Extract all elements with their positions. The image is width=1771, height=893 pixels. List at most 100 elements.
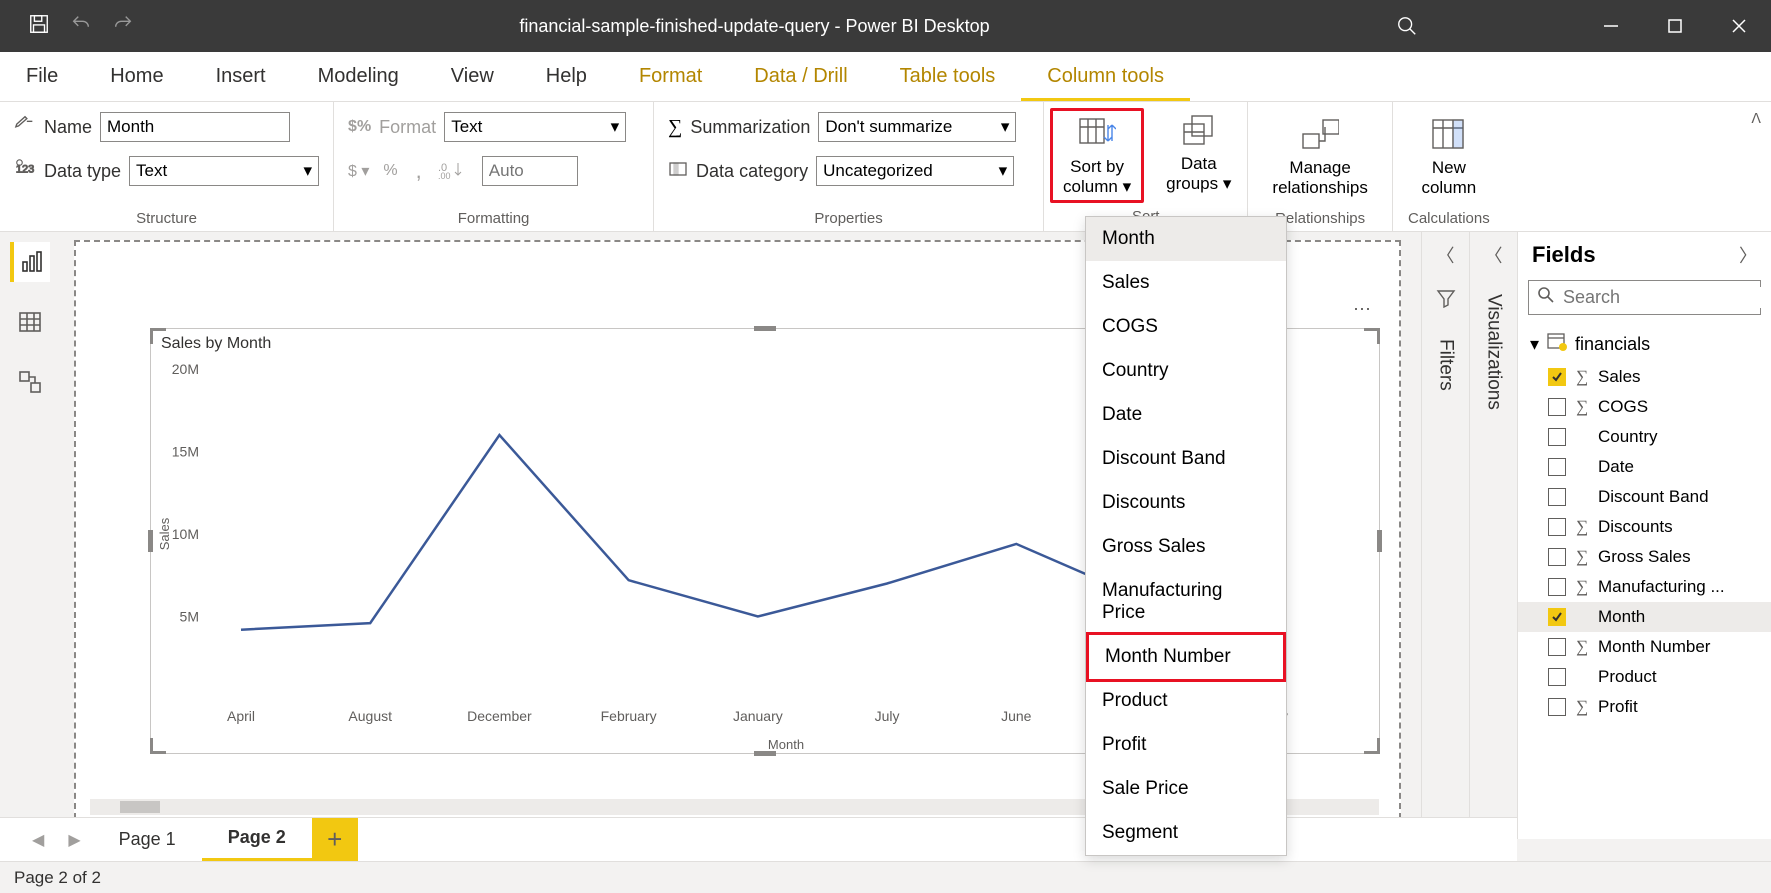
field-label: Discount Band bbox=[1598, 487, 1709, 507]
tab-data-drill[interactable]: Data / Drill bbox=[728, 53, 873, 101]
svg-text:.00: .00 bbox=[438, 171, 451, 179]
checkbox[interactable] bbox=[1548, 638, 1566, 656]
tab-column-tools[interactable]: Column tools bbox=[1021, 53, 1190, 101]
field-discount-band[interactable]: Discount Band bbox=[1518, 482, 1771, 512]
checkbox[interactable] bbox=[1548, 458, 1566, 476]
field-product[interactable]: Product bbox=[1518, 662, 1771, 692]
checkbox[interactable] bbox=[1548, 578, 1566, 596]
sigma-icon: ∑ bbox=[1574, 367, 1590, 387]
report-view-button[interactable] bbox=[10, 242, 50, 282]
checkbox[interactable] bbox=[1548, 368, 1566, 386]
decimal-places-input[interactable] bbox=[482, 156, 578, 186]
checkbox[interactable] bbox=[1548, 428, 1566, 446]
dropdown-item-discounts[interactable]: Discounts bbox=[1086, 481, 1286, 525]
field-date[interactable]: Date bbox=[1518, 452, 1771, 482]
dropdown-item-manufacturing-price[interactable]: Manufacturing Price bbox=[1086, 569, 1286, 635]
dropdown-item-product[interactable]: Product bbox=[1086, 679, 1286, 723]
groups-icon bbox=[1180, 112, 1218, 150]
save-icon[interactable] bbox=[28, 13, 50, 40]
dropdown-item-cogs[interactable]: COGS bbox=[1086, 305, 1286, 349]
tab-insert[interactable]: Insert bbox=[190, 53, 292, 101]
minimize-icon[interactable] bbox=[1579, 0, 1643, 52]
undo-icon[interactable] bbox=[70, 13, 92, 40]
fields-search[interactable] bbox=[1528, 280, 1761, 315]
data-view-button[interactable] bbox=[10, 302, 50, 342]
svg-text:August: August bbox=[348, 708, 392, 724]
field-month[interactable]: Month bbox=[1518, 602, 1771, 632]
new-column-button[interactable]: Newcolumn bbox=[1407, 112, 1491, 201]
page-tab-1[interactable]: Page 1 bbox=[93, 819, 202, 860]
next-page-button[interactable]: ▶ bbox=[56, 830, 92, 850]
field-label: Sales bbox=[1598, 367, 1641, 387]
sort-icon bbox=[1078, 115, 1116, 153]
checkbox[interactable] bbox=[1548, 698, 1566, 716]
redo-icon[interactable] bbox=[112, 13, 134, 40]
maximize-icon[interactable] bbox=[1643, 0, 1707, 52]
close-icon[interactable] bbox=[1707, 0, 1771, 52]
svg-text:January: January bbox=[733, 708, 783, 724]
checkbox[interactable] bbox=[1548, 668, 1566, 686]
field-manufacturing-[interactable]: ∑Manufacturing ... bbox=[1518, 572, 1771, 602]
dropdown-item-sale-price[interactable]: Sale Price bbox=[1086, 767, 1286, 811]
field-sales[interactable]: ∑ Sales bbox=[1518, 362, 1771, 392]
field-profit[interactable]: ∑Profit bbox=[1518, 692, 1771, 722]
tab-home[interactable]: Home bbox=[84, 53, 189, 101]
search-icon[interactable] bbox=[1375, 0, 1439, 52]
tab-help[interactable]: Help bbox=[520, 53, 613, 101]
page-tab-2[interactable]: Page 2 bbox=[202, 817, 312, 862]
field-country[interactable]: Country bbox=[1518, 422, 1771, 452]
relationships-icon bbox=[1301, 116, 1339, 154]
field-gross-sales[interactable]: ∑Gross Sales bbox=[1518, 542, 1771, 572]
tab-format[interactable]: Format bbox=[613, 53, 728, 101]
field-label: Discounts bbox=[1598, 517, 1673, 537]
model-view-button[interactable] bbox=[10, 362, 50, 402]
dropdown-item-profit[interactable]: Profit bbox=[1086, 723, 1286, 767]
dropdown-item-gross-sales[interactable]: Gross Sales bbox=[1086, 525, 1286, 569]
tab-modeling[interactable]: Modeling bbox=[292, 53, 425, 101]
tab-view[interactable]: View bbox=[425, 53, 520, 101]
summarization-select[interactable]: Don't summarize▾ bbox=[818, 112, 1016, 142]
field-month-number[interactable]: ∑Month Number bbox=[1518, 632, 1771, 662]
collapse-ribbon-icon[interactable]: ᐱ bbox=[1751, 110, 1761, 127]
field-label: Product bbox=[1598, 667, 1657, 687]
dropdown-item-month[interactable]: Month bbox=[1086, 217, 1286, 261]
dropdown-item-segment[interactable]: Segment bbox=[1086, 811, 1286, 855]
field-cogs[interactable]: ∑COGS bbox=[1518, 392, 1771, 422]
category-select[interactable]: Uncategorized▾ bbox=[816, 156, 1014, 186]
visual-header-menu[interactable]: ⋯ bbox=[1353, 299, 1371, 320]
sigma-icon: ∑ bbox=[668, 116, 682, 139]
tab-file[interactable]: File bbox=[0, 53, 84, 101]
dropdown-item-country[interactable]: Country bbox=[1086, 349, 1286, 393]
filters-pane-collapsed[interactable]: 〈 Filters bbox=[1421, 232, 1469, 839]
dropdown-item-date[interactable]: Date bbox=[1086, 393, 1286, 437]
add-page-button[interactable]: + bbox=[312, 818, 358, 862]
page-tab-bar: ◀ ▶ Page 1 Page 2 + bbox=[0, 817, 1517, 861]
dropdown-item-sales[interactable]: Sales bbox=[1086, 261, 1286, 305]
format-select[interactable]: Text▾ bbox=[444, 112, 626, 142]
expand-visualizations-icon[interactable]: 〈 bbox=[1485, 242, 1503, 268]
dropdown-item-discount-band[interactable]: Discount Band bbox=[1086, 437, 1286, 481]
data-groups-button[interactable]: Datagroups ▾ bbox=[1156, 108, 1241, 197]
checkbox[interactable] bbox=[1548, 608, 1566, 626]
manage-relationships-button[interactable]: Managerelationships bbox=[1262, 112, 1377, 201]
datatype-select[interactable]: Text▾ bbox=[129, 156, 319, 186]
field-label: Profit bbox=[1598, 697, 1638, 717]
tab-table-tools[interactable]: Table tools bbox=[874, 53, 1022, 101]
checkbox[interactable] bbox=[1548, 488, 1566, 506]
prev-page-button[interactable]: ◀ bbox=[20, 830, 56, 850]
name-input[interactable] bbox=[100, 112, 290, 142]
checkbox[interactable] bbox=[1548, 398, 1566, 416]
field-discounts[interactable]: ∑Discounts bbox=[1518, 512, 1771, 542]
name-icon bbox=[14, 114, 36, 141]
format-label: Format bbox=[379, 117, 436, 138]
fields-search-input[interactable] bbox=[1563, 287, 1771, 308]
table-row-financials[interactable]: ▾ financials bbox=[1518, 327, 1771, 362]
collapse-fields-icon[interactable]: 〉 bbox=[1739, 242, 1757, 268]
sort-by-column-button[interactable]: Sort bycolumn ▾ bbox=[1050, 108, 1144, 203]
visualizations-pane-collapsed[interactable]: 〈 Visualizations bbox=[1469, 232, 1517, 839]
checkbox[interactable] bbox=[1548, 548, 1566, 566]
dropdown-item-month-number[interactable]: Month Number bbox=[1086, 632, 1286, 682]
chevron-down-icon: ▾ bbox=[1530, 334, 1539, 355]
checkbox[interactable] bbox=[1548, 518, 1566, 536]
expand-filters-icon[interactable]: 〈 bbox=[1437, 242, 1455, 268]
